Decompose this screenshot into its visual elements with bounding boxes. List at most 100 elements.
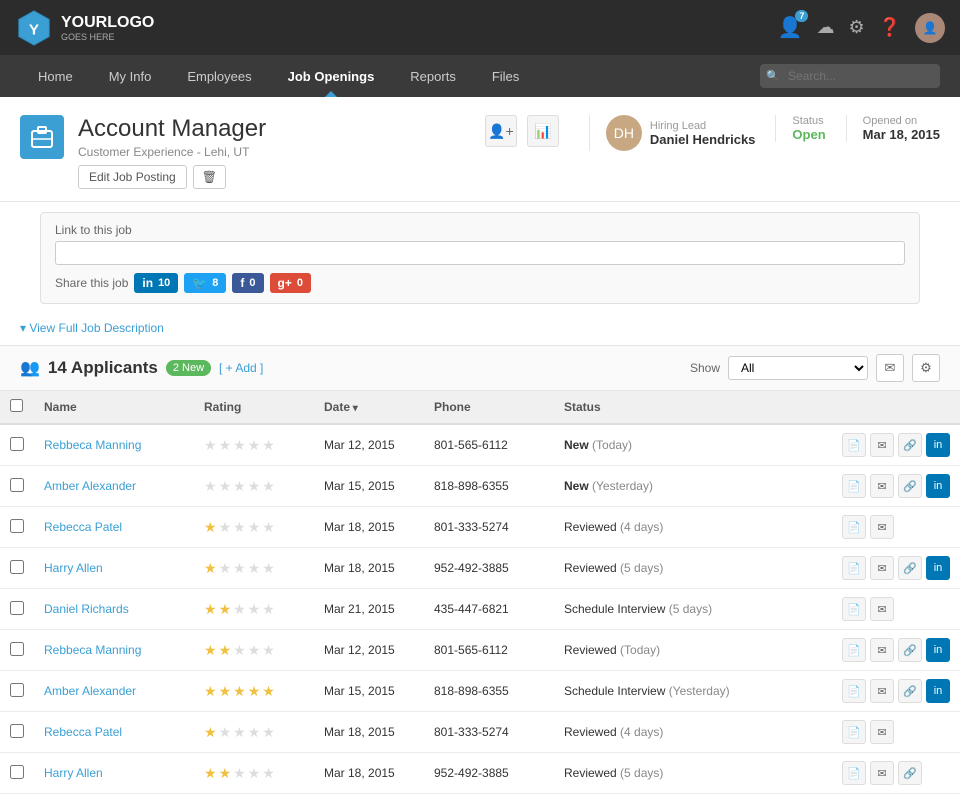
doc-action-icon[interactable]: 📄 (842, 597, 866, 621)
row-actions: 📄✉ (842, 720, 950, 744)
share-twitter-button[interactable]: 🐦8 (184, 273, 226, 293)
cloud-icon[interactable]: ☁ (816, 16, 834, 39)
chart-button[interactable]: 📊 (527, 115, 559, 147)
share-row: Share this job in10 🐦8 f0 g+0 (55, 273, 905, 293)
table-row: Amber Alexander ★★★★★ Mar 15, 2015 818-8… (0, 671, 960, 712)
applicant-name-link[interactable]: Harry Allen (44, 766, 103, 780)
applicant-name-link[interactable]: Rebbeca Manning (44, 643, 141, 657)
applicant-name-link[interactable]: Rebecca Patel (44, 520, 122, 534)
help-icon[interactable]: ❓ (879, 16, 901, 39)
row-checkbox[interactable] (10, 642, 24, 656)
linkedin-action-icon[interactable]: in (926, 556, 950, 580)
link-action-icon[interactable]: 🔗 (898, 433, 922, 457)
show-select[interactable]: All New Reviewed Schedule Interview (728, 356, 868, 380)
row-checkbox-cell (0, 424, 34, 466)
mail-action-icon[interactable]: ✉ (870, 474, 894, 498)
row-rating-cell: ★★★★★ (194, 507, 314, 548)
row-phone-cell: 818-898-6355 (424, 671, 554, 712)
nav-jobopenings[interactable]: Job Openings (270, 55, 393, 97)
doc-action-icon[interactable]: 📄 (842, 761, 866, 785)
settings-icon[interactable]: ⚙ (848, 16, 864, 39)
mail-action-icon[interactable]: ✉ (870, 638, 894, 662)
row-checkbox[interactable] (10, 519, 24, 533)
share-facebook-button[interactable]: f0 (232, 273, 263, 293)
email-filter-button[interactable]: ✉ (876, 354, 904, 382)
doc-action-icon[interactable]: 📄 (842, 433, 866, 457)
mail-action-icon[interactable]: ✉ (870, 515, 894, 539)
doc-action-icon[interactable]: 📄 (842, 720, 866, 744)
row-actions: 📄✉🔗in (842, 433, 950, 457)
nav-reports[interactable]: Reports (392, 55, 474, 97)
row-name-cell: Harry Allen (34, 753, 194, 794)
add-person-button[interactable]: 👤+ (485, 115, 517, 147)
linkedin-action-icon[interactable]: in (926, 474, 950, 498)
nav-myinfo[interactable]: My Info (91, 55, 170, 97)
link-action-icon[interactable]: 🔗 (898, 761, 922, 785)
row-name-cell: Harry Allen (34, 548, 194, 589)
user-avatar[interactable]: 👤 (915, 13, 945, 43)
share-link-input[interactable] (55, 241, 905, 265)
logo-icon: Y (15, 9, 53, 47)
mail-action-icon[interactable]: ✉ (870, 679, 894, 703)
new-applicants-badge: 2 New (166, 360, 211, 376)
view-full-desc-link[interactable]: ▾ View Full Job Description (20, 321, 164, 335)
search-input[interactable] (760, 64, 940, 88)
link-action-icon[interactable]: 🔗 (898, 679, 922, 703)
notifications-icon[interactable]: 👤 7 (778, 15, 803, 40)
row-checkbox[interactable] (10, 478, 24, 492)
nav-files[interactable]: Files (474, 55, 537, 97)
row-checkbox[interactable] (10, 724, 24, 738)
settings-filter-button[interactable]: ⚙ (912, 354, 940, 382)
mail-action-icon[interactable]: ✉ (870, 556, 894, 580)
doc-action-icon[interactable]: 📄 (842, 679, 866, 703)
row-date-cell: Mar 12, 2015 (314, 630, 424, 671)
applicant-name-link[interactable]: Daniel Richards (44, 602, 129, 616)
row-status-cell: Reviewed (4 days) (554, 712, 832, 753)
row-checkbox[interactable] (10, 601, 24, 615)
applicant-name-link[interactable]: Rebecca Patel (44, 725, 122, 739)
doc-action-icon[interactable]: 📄 (842, 515, 866, 539)
applicant-name-link[interactable]: Harry Allen (44, 561, 103, 575)
share-linkedin-button[interactable]: in10 (134, 273, 178, 293)
row-checkbox-cell (0, 466, 34, 507)
applicant-name-link[interactable]: Rebbeca Manning (44, 438, 141, 452)
link-action-icon[interactable]: 🔗 (898, 474, 922, 498)
row-checkbox[interactable] (10, 437, 24, 451)
doc-action-icon[interactable]: 📄 (842, 638, 866, 662)
edit-job-button[interactable]: Edit Job Posting (78, 165, 187, 189)
linkedin-action-icon[interactable]: in (926, 638, 950, 662)
mail-action-icon[interactable]: ✉ (870, 433, 894, 457)
row-status-cell: Reviewed (5 days) (554, 753, 832, 794)
delete-job-button[interactable]: 🗑 (193, 165, 226, 189)
select-all-checkbox[interactable] (10, 399, 23, 412)
row-checkbox[interactable] (10, 765, 24, 779)
linkedin-action-icon[interactable]: in (926, 433, 950, 457)
nav-employees[interactable]: Employees (169, 55, 269, 97)
link-action-icon[interactable]: 🔗 (898, 556, 922, 580)
row-date-cell: Mar 18, 2015 (314, 507, 424, 548)
mail-action-icon[interactable]: ✉ (870, 761, 894, 785)
mail-action-icon[interactable]: ✉ (870, 720, 894, 744)
row-checkbox[interactable] (10, 683, 24, 697)
row-phone-cell: 952-492-3885 (424, 548, 554, 589)
job-status: Status Open (775, 115, 825, 142)
th-checkbox (0, 391, 34, 424)
linkedin-action-icon[interactable]: in (926, 679, 950, 703)
applicant-name-link[interactable]: Amber Alexander (44, 684, 136, 698)
logo-text: YOURLOGO GOES HERE (61, 14, 154, 42)
add-applicant-link[interactable]: [ + Add ] (219, 361, 263, 375)
doc-action-icon[interactable]: 📄 (842, 556, 866, 580)
row-checkbox[interactable] (10, 560, 24, 574)
mail-action-icon[interactable]: ✉ (870, 597, 894, 621)
th-date[interactable]: Date (314, 391, 424, 424)
doc-action-icon[interactable]: 📄 (842, 474, 866, 498)
row-date-cell: Mar 18, 2015 (314, 548, 424, 589)
job-opened: Opened on Mar 18, 2015 (846, 115, 940, 142)
row-checkbox-cell (0, 753, 34, 794)
row-status-cell: Schedule Interview (Yesterday) (554, 671, 832, 712)
link-action-icon[interactable]: 🔗 (898, 638, 922, 662)
applicant-name-link[interactable]: Amber Alexander (44, 479, 136, 493)
nav-home[interactable]: Home (20, 55, 91, 97)
row-name-cell: Rebbeca Manning (34, 630, 194, 671)
share-gplus-button[interactable]: g+0 (270, 273, 311, 293)
